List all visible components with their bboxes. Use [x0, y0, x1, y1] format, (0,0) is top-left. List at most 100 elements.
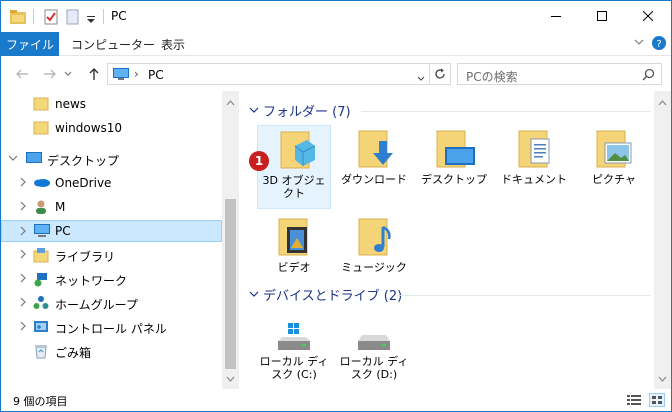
folder-item-downloads[interactable]: ダウンロード [337, 125, 411, 209]
3d-objects-icon [258, 126, 330, 174]
help-icon[interactable]: ? [651, 35, 667, 54]
item-label: ミュージック [341, 261, 407, 274]
up-button[interactable] [85, 65, 103, 83]
tab-computer[interactable]: コンピューター [71, 32, 155, 56]
folder-item-desktop[interactable]: デスクトップ [417, 125, 491, 209]
chevron-down-icon[interactable] [249, 287, 263, 302]
tree-item-desktop[interactable]: デスクトップ [1, 148, 222, 170]
nav-scrollbar[interactable] [222, 91, 239, 389]
ribbon-expand-icon[interactable] [633, 36, 645, 51]
content-pane: フォルダー (7) 3D オブジェクト 1 ダウンロード デスクトップ ドキュメ… [239, 91, 671, 389]
folder-icon [33, 120, 49, 139]
control-panel-icon [33, 319, 49, 338]
search-box[interactable]: PCの検索 [457, 63, 662, 85]
tree-item-recycle-bin[interactable]: ごみ箱 [1, 340, 222, 362]
search-icon[interactable] [642, 68, 655, 84]
maximize-button[interactable] [579, 1, 625, 31]
tab-file[interactable]: ファイル [1, 32, 59, 56]
properties-icon[interactable] [43, 9, 59, 28]
title-bar: PC [1, 1, 671, 32]
refresh-button[interactable] [429, 63, 451, 85]
folder-item-3d-objects[interactable]: 3D オブジェクト [257, 125, 331, 209]
item-label: ピクチャ [592, 173, 636, 186]
forward-button[interactable] [41, 65, 59, 83]
item-label: ローカル ディスク (C:) [259, 355, 329, 381]
nav-scroll-thumb[interactable] [225, 199, 236, 369]
tree-item-network[interactable]: ネットワーク [1, 268, 222, 290]
tree-item-windows10[interactable]: windows10 [1, 117, 222, 139]
tree-label: ホームグループ [55, 298, 138, 312]
tree-item-libraries[interactable]: ライブラリ [1, 244, 222, 266]
scroll-up-icon[interactable] [658, 95, 667, 109]
scroll-up-icon[interactable] [226, 95, 235, 109]
pc-icon [112, 67, 130, 84]
search-input[interactable]: PCの検索 [466, 68, 518, 85]
tree-label: OneDrive [55, 176, 112, 190]
windows-drive-icon [257, 315, 331, 355]
chevron-right-icon[interactable] [18, 248, 28, 260]
address-dropdown-icon[interactable] [417, 71, 425, 85]
quick-access-divider [33, 9, 34, 24]
tree-label: windows10 [55, 121, 123, 135]
chevron-right-icon[interactable] [18, 296, 28, 308]
navigation-bar: › PC PCの検索 [1, 57, 671, 91]
tree-label: PC [55, 224, 71, 238]
folder-item-pictures[interactable]: ピクチャ [577, 125, 651, 209]
recent-locations-chevron-icon[interactable] [63, 65, 73, 83]
devices-group-header[interactable]: デバイスとドライブ (2) [249, 285, 402, 304]
details-view-icon[interactable] [627, 394, 641, 409]
folders-group-header[interactable]: フォルダー (7) [249, 101, 351, 120]
folder-item-music[interactable]: ミュージック [337, 213, 411, 279]
tree-item-pc[interactable]: PC [1, 220, 222, 242]
window-title: PC [111, 9, 127, 23]
close-button[interactable] [625, 1, 671, 31]
group-title: デバイスとドライブ (2) [263, 289, 403, 304]
scroll-down-icon[interactable] [658, 371, 667, 385]
folder-item-documents[interactable]: ドキュメント [497, 125, 571, 209]
documents-icon [497, 125, 571, 173]
item-label: 3D オブジェクト [262, 174, 326, 200]
minimize-button[interactable] [533, 1, 579, 31]
chevron-right-icon[interactable] [18, 225, 28, 237]
tree-item-control-panel[interactable]: コントロール パネル [1, 316, 222, 338]
chevron-down-icon[interactable] [8, 152, 18, 164]
breadcrumb-pc[interactable]: PC [148, 68, 164, 82]
status-bar: 9 個の項目 [1, 389, 671, 411]
user-icon [33, 199, 49, 218]
chevron-right-icon[interactable] [18, 200, 28, 212]
svg-text:?: ? [656, 39, 661, 50]
drive-item-c[interactable]: ローカル ディスク (C:) [257, 315, 331, 389]
tree-item-homegroup[interactable]: ホームグループ [1, 292, 222, 314]
drive-item-d[interactable]: ローカル ディスク (D:) [337, 315, 411, 389]
item-label: ドキュメント [501, 173, 567, 186]
back-button[interactable] [13, 65, 31, 83]
tree-item-news[interactable]: news [1, 93, 222, 115]
downloads-icon [337, 125, 411, 173]
new-folder-icon[interactable] [65, 9, 81, 28]
chevron-down-icon[interactable] [249, 103, 263, 118]
tree-label: M [55, 200, 66, 214]
large-icons-view-icon[interactable] [649, 393, 665, 407]
tree-item-onedrive[interactable]: OneDrive [1, 172, 222, 194]
tree-label: コントロール パネル [55, 322, 167, 336]
address-bar[interactable]: › PC [107, 63, 430, 85]
item-label: ローカル ディスク (D:) [339, 355, 409, 381]
customize-toolbar-icon[interactable] [86, 13, 96, 27]
item-count: 9 個の項目 [13, 395, 68, 408]
library-icon [33, 247, 49, 266]
tree-label: デスクトップ [47, 154, 120, 168]
content-scrollbar[interactable] [654, 91, 671, 389]
step-badge: 1 [249, 151, 269, 171]
chevron-right-icon[interactable] [18, 176, 28, 188]
chevron-right-icon[interactable] [18, 320, 28, 332]
group-title: フォルダー (7) [263, 105, 351, 120]
tab-view[interactable]: 表示 [161, 32, 185, 56]
ribbon: ファイル コンピューター 表示 ? [1, 32, 671, 56]
chevron-right-icon[interactable] [18, 272, 28, 284]
title-divider [103, 9, 104, 24]
tree-item-user[interactable]: M [1, 196, 222, 218]
tree-label: news [55, 97, 87, 111]
scroll-down-icon[interactable] [226, 371, 235, 385]
folder-item-videos[interactable]: ビデオ [257, 213, 331, 279]
folder-app-icon [9, 9, 27, 28]
